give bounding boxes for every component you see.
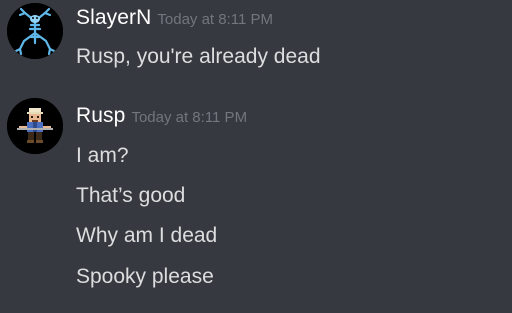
message-text: Why am I dead: [76, 224, 218, 247]
timestamp: Today at 8:11 PM: [157, 11, 274, 28]
timestamp: Today at 8:11 PM: [131, 109, 248, 126]
chat-message-list: SlayerN Today at 8:11 PM Rusp, you're alr…: [0, 0, 512, 313]
message-header: SlayerN Today at 8:11 PM: [76, 6, 273, 30]
message-header: Rusp Today at 8:11 PM: [76, 104, 247, 128]
message-text: I am?: [76, 144, 129, 167]
message-text: Rusp, you're already dead: [76, 45, 321, 68]
message-text: That’s good: [76, 184, 186, 207]
message-text: Spooky please: [76, 265, 214, 288]
blue-frog-skeleton-avatar-icon[interactable]: [7, 3, 63, 59]
username[interactable]: SlayerN: [76, 6, 151, 29]
pixel-character-avatar-icon[interactable]: [7, 98, 63, 154]
username[interactable]: Rusp: [76, 104, 125, 127]
